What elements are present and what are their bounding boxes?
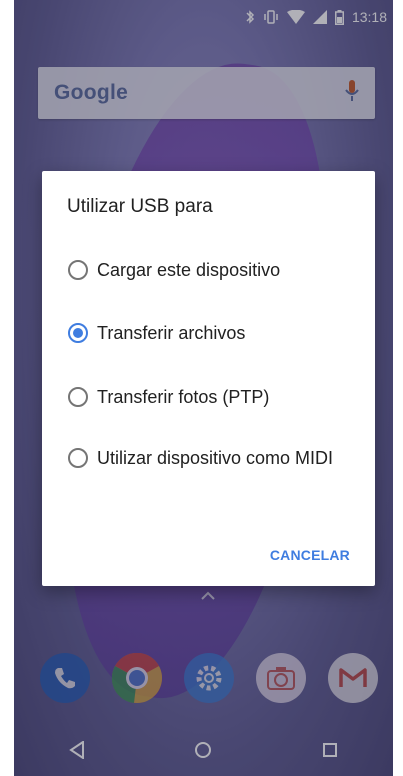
option-transfer-files[interactable]: Transferir archivos [68,323,245,343]
cancel-button[interactable]: CANCELAR [270,547,350,563]
option-label: Cargar este dispositivo [97,260,281,280]
dialog-title: Utilizar USB para [67,196,213,217]
home-screen: 13:18 Google Utilizar USB para Cargar es… [14,0,393,776]
option-label: Utilizar dispositivo como MIDI [97,448,334,468]
option-label: Transferir archivos [97,323,246,343]
radio-button[interactable] [68,448,88,468]
option-label: Transferir fotos (PTP) [97,387,270,407]
option-transfer-photos[interactable]: Transferir fotos (PTP) [68,387,269,407]
radio-button-selected[interactable] [68,323,88,343]
option-charge[interactable]: Cargar este dispositivo [68,260,280,280]
option-midi[interactable]: Utilizar dispositivo como MIDI [68,448,333,468]
radio-button[interactable] [68,387,88,407]
usb-mode-dialog: Utilizar USB para Cargar este dispositiv… [42,171,375,586]
radio-button[interactable] [68,260,88,280]
